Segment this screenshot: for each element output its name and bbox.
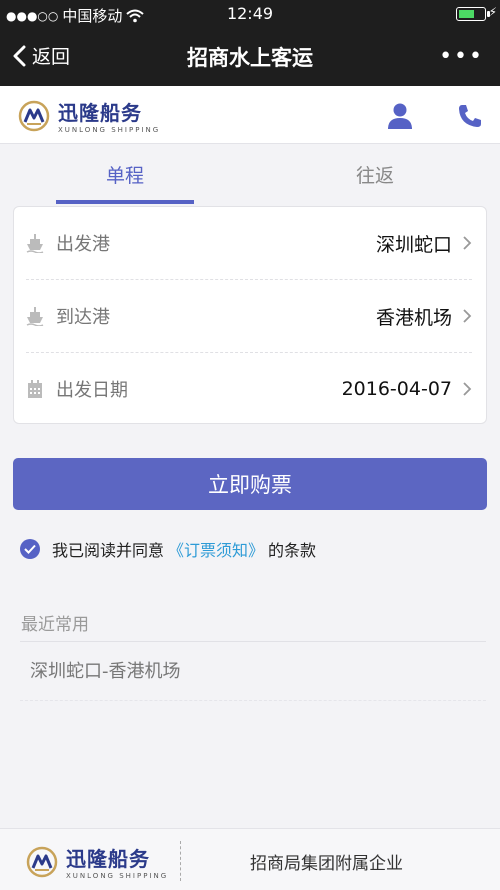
agreement-suffix: 的条款 <box>268 541 317 560</box>
battery-icon <box>456 7 486 21</box>
buy-ticket-button[interactable]: 立即购票 <box>13 458 487 510</box>
arrival-port-row[interactable]: 到达港 香港机场 <box>26 280 472 352</box>
footer-brand-name: 迅隆船务 XUNLONG SHIPPING <box>66 843 168 880</box>
arrival-port-value: 香港机场 <box>375 306 452 329</box>
agreement-row: 我已阅读并同意 《订票须知》 的条款 <box>20 537 316 561</box>
chevron-right-icon <box>463 236 472 250</box>
departure-port-value: 深圳蛇口 <box>375 233 452 256</box>
nav-bar: 返回 招商水上客运 ••• <box>0 28 500 86</box>
recent-routes-title: 最近常用 <box>21 615 89 635</box>
footer-logo: 迅隆船务 XUNLONG SHIPPING <box>26 843 168 880</box>
status-bar: ●●●○○ 中国移动 12:49 ⚡ <box>0 0 500 28</box>
departure-port-row[interactable]: 出发港 深圳蛇口 <box>26 207 472 279</box>
booking-form-card: 出发港 深圳蛇口 到达港 香港机场 出发日期 2016-04-07 <box>13 206 487 424</box>
brand-name-cn: 迅隆船务 <box>58 101 142 125</box>
ship-icon <box>26 234 44 253</box>
calendar-icon <box>28 380 42 398</box>
departure-port-label: 出发港 <box>56 234 110 255</box>
user-icon[interactable] <box>385 102 415 130</box>
departure-date-row[interactable]: 出发日期 2016-04-07 <box>26 353 472 425</box>
departure-date-value: 2016-04-07 <box>341 378 452 400</box>
divider <box>20 700 486 701</box>
charging-icon: ⚡ <box>488 5 497 19</box>
divider <box>20 641 486 642</box>
more-menu-button[interactable]: ••• <box>439 44 484 69</box>
chevron-right-icon <box>463 309 472 323</box>
footer-brand-cn: 迅隆船务 <box>66 847 150 871</box>
agreement-checkbox[interactable] <box>20 539 40 559</box>
footer-affiliation-text: 招商局集团附属企业 <box>250 854 403 874</box>
tab-round-trip[interactable]: 往返 <box>306 144 444 204</box>
brand-bar: 迅隆船务 XUNLONG SHIPPING <box>0 86 500 144</box>
footer: 迅隆船务 XUNLONG SHIPPING 招商局集团附属企业 <box>0 828 500 890</box>
booking-terms-link[interactable]: 《订票须知》 <box>168 537 264 561</box>
agreement-prefix: 我已阅读并同意 <box>52 541 165 560</box>
ship-icon <box>26 307 44 326</box>
arrival-port-label: 到达港 <box>56 307 110 328</box>
tab-one-way[interactable]: 单程 <box>56 144 194 204</box>
page-title: 招商水上客运 <box>187 46 313 70</box>
brand-logo: 迅隆船务 XUNLONG SHIPPING <box>18 97 160 134</box>
brand-name: 迅隆船务 XUNLONG SHIPPING <box>58 97 160 134</box>
footer-separator <box>180 841 181 881</box>
status-time: 12:49 <box>226 4 274 23</box>
logo-mark-icon <box>18 100 50 131</box>
checkmark-icon <box>24 544 36 554</box>
phone-icon[interactable] <box>456 102 484 130</box>
logo-mark-icon <box>26 846 58 877</box>
recent-route-item[interactable]: 深圳蛇口-香港机场 <box>30 657 181 683</box>
brand-name-en: XUNLONG SHIPPING <box>58 126 161 134</box>
chevron-right-icon <box>463 382 472 396</box>
departure-date-label: 出发日期 <box>56 380 128 401</box>
footer-brand-en: XUNLONG SHIPPING <box>66 872 169 880</box>
trip-type-tabs: 单程 往返 <box>0 144 500 204</box>
